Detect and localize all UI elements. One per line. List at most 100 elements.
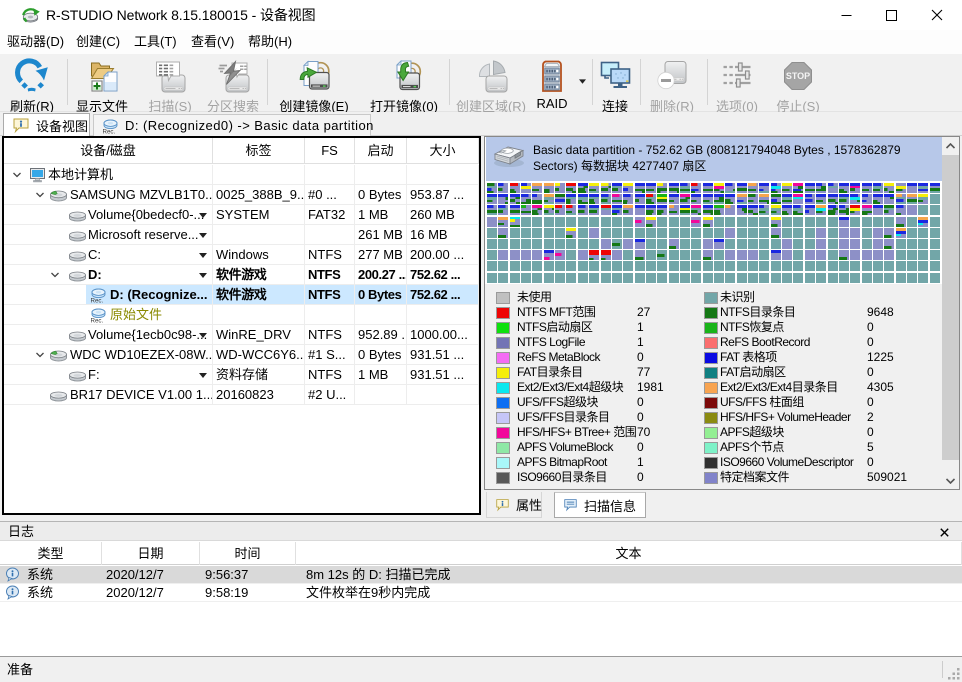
tree-expand-chevron[interactable] [12, 170, 22, 180]
map-block [612, 273, 622, 283]
volume-dropdown-arrow[interactable] [199, 253, 207, 258]
map-block [828, 273, 838, 283]
map-block [669, 205, 679, 215]
map-block [669, 228, 679, 238]
tree-row-1[interactable]: SAMSUNG MZVLB1T0...0025_388B_9...#0 ...0… [4, 185, 479, 205]
tree-row-2[interactable]: Volume{0bedecf0-...SYSTEMFAT321 MB260 MB [4, 205, 479, 225]
volume-dropdown-arrow[interactable] [199, 233, 207, 238]
menu-item-0[interactable]: 驱动器(D) [7, 30, 64, 54]
log-column-header-1[interactable]: 日期 [102, 542, 200, 565]
map-block [669, 217, 679, 227]
tree-column-header-2[interactable]: FS [305, 138, 355, 164]
volume-dropdown-arrow[interactable] [199, 213, 207, 218]
tree-row-0[interactable]: 本地计算机 [4, 165, 479, 185]
menu-item-4[interactable]: 帮助(H) [248, 30, 292, 54]
tree-row-8[interactable]: Volume{1ecb0c98-...WinRE_DRVNTFS952.89 .… [4, 325, 479, 345]
minimize-button[interactable] [824, 0, 869, 30]
tree-cell-fs: NTFS [305, 365, 355, 385]
tree-row-4[interactable]: C:WindowsNTFS277 MB200.00 ... [4, 245, 479, 265]
menu-item-3[interactable]: 查看(V) [191, 30, 234, 54]
map-block [612, 239, 622, 249]
tree-row-11[interactable]: BR17 DEVICE V1.00 1....20160823#2 U... [4, 385, 479, 405]
toolbar-button-open-image[interactable]: 打开镜像(0) [362, 56, 446, 110]
map-block [680, 228, 690, 238]
connect-icon [597, 58, 633, 94]
log-column-header-2[interactable]: 时间 [200, 542, 296, 565]
log-cell-time: 9:56:37 [205, 566, 248, 584]
tree-row-label: Volume{1ecb0c98-... [88, 325, 207, 344]
tree-column-header-4[interactable]: 大小 [407, 138, 479, 164]
map-block [828, 228, 838, 238]
tree-row-7[interactable]: Rec.原始文件 [4, 305, 479, 325]
map-block [918, 217, 928, 227]
volume-dropdown-arrow[interactable] [199, 333, 207, 338]
map-block [748, 194, 758, 204]
toolbar-button-refresh[interactable]: 刷新(R) [3, 56, 61, 110]
tree-row-label: F: [88, 365, 100, 384]
maximize-button[interactable] [869, 0, 914, 30]
map-block [601, 261, 611, 271]
map-block [816, 194, 826, 204]
map-block [635, 228, 645, 238]
menu-item-1[interactable]: 创建(C) [76, 30, 120, 54]
legend-row: HFS/HFS+ VolumeHeader2 [485, 410, 942, 425]
tree-column-header-0[interactable]: 设备/磁盘 [4, 138, 213, 164]
map-block [737, 205, 747, 215]
bottom-tab-properties[interactable]: 属性 [486, 492, 542, 518]
map-block [578, 183, 588, 193]
tree-row-10[interactable]: F:资料存储NTFS1 MB931.51 ... [4, 365, 479, 385]
tree-row-9[interactable]: WDC WD10EZEX-08W...WD-WCC6Y6...#1 S...0 … [4, 345, 479, 365]
map-block [896, 205, 906, 215]
toolbar-button-create-image[interactable]: 创建镜像(E) [272, 56, 356, 110]
resize-grip[interactable] [948, 668, 960, 680]
tree-expand-chevron[interactable] [35, 190, 45, 200]
legend-count: 9648 [867, 305, 894, 320]
map-block [703, 239, 713, 249]
volume-dropdown-arrow[interactable] [199, 373, 207, 378]
map-block [930, 217, 940, 227]
tree-row-5[interactable]: D:软件游戏NTFS200.27 ...752.62 ... [4, 265, 479, 285]
scroll-up-button[interactable] [942, 137, 959, 154]
scan-partition-header[interactable]: Basic data partition - 752.62 GB (808121… [486, 137, 942, 181]
map-block [578, 250, 588, 260]
map-block [771, 183, 781, 193]
tree-expand-chevron[interactable] [35, 350, 45, 360]
map-block [907, 194, 917, 204]
tree-cell-device: C: [4, 245, 213, 265]
legend-count: 0 [867, 455, 874, 470]
menu-item-2[interactable]: 工具(T) [134, 30, 177, 54]
scroll-down-button[interactable] [942, 472, 959, 489]
log-column-header-0[interactable]: 类型 [0, 542, 102, 565]
toolbar-button-connect[interactable]: 连接 [595, 56, 635, 110]
tree-expand-chevron[interactable] [50, 270, 60, 280]
log-column-header-3[interactable]: 文本 [296, 542, 962, 565]
log-close-button[interactable] [936, 524, 952, 540]
scan-block-map[interactable] [487, 183, 941, 283]
tree-column-header-1[interactable]: 标签 [213, 138, 305, 164]
bottom-tab-scan-info[interactable]: 扫描信息 [554, 492, 646, 518]
map-block [907, 228, 917, 238]
log-row-0[interactable]: 系统2020/12/79:56:378m 12s 的 D: 扫描已完成 [0, 566, 962, 584]
volume-dropdown-arrow[interactable] [199, 273, 207, 278]
map-block [873, 217, 883, 227]
map-block [532, 194, 542, 204]
tree-row-label: C: [88, 245, 101, 264]
raid-dropdown-arrow[interactable] [579, 72, 589, 82]
scrollbar-thumb[interactable] [942, 155, 959, 460]
map-block [612, 228, 622, 238]
tree-cell-device: Rec.D: (Recognize... [4, 285, 213, 305]
map-block [771, 217, 781, 227]
tree-row-6[interactable]: Rec.D: (Recognize...软件游戏NTFS0 Bytes752.6… [4, 285, 479, 305]
tree-row-3[interactable]: Microsoft reserve...261 MB16 MB [4, 225, 479, 245]
tree-column-header-3[interactable]: 启动 [355, 138, 407, 164]
right-scrollbar[interactable] [942, 137, 959, 489]
toolbar-button-show-files[interactable]: 显示文件 [71, 56, 133, 110]
toolbar-button-raid[interactable]: RAID [529, 56, 575, 110]
log-row-1[interactable]: 系统2020/12/79:58:19文件枚举在9秒内完成 [0, 584, 962, 602]
map-block [635, 217, 645, 227]
map-block [635, 250, 645, 260]
map-block [884, 183, 894, 193]
close-button[interactable] [914, 0, 959, 30]
tab-device-view[interactable]: 设备视图 [3, 113, 90, 136]
tab-recognized-partition[interactable]: Rec.D: (Recognized0) -> Basic data parti… [93, 114, 371, 136]
